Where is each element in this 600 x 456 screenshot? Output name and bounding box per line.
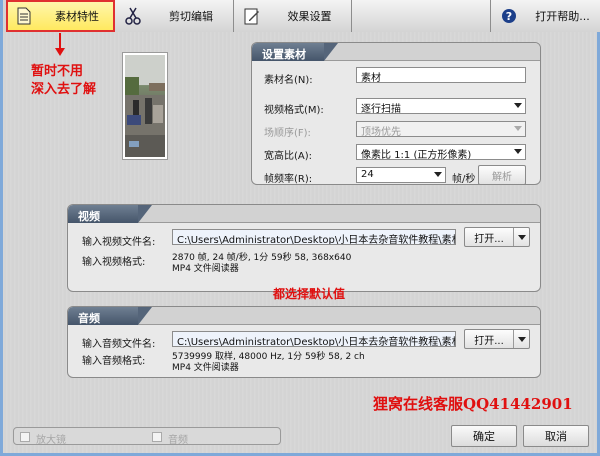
- tab-label: 素材特性: [55, 10, 99, 23]
- audio-panel: 音频 输入音频文件名: C:\Users\Administrator\Deskt…: [67, 306, 541, 378]
- magnifier-checkbox-label: 放大镜: [36, 435, 66, 446]
- help-button[interactable]: ? 打开帮助...: [490, 0, 600, 32]
- field-order-select[interactable]: 顶场优先: [356, 121, 526, 138]
- video-format-info-label: 输入视频格式:: [82, 257, 146, 268]
- chevron-down-icon: [514, 149, 522, 154]
- audio-file-input[interactable]: C:\Users\Administrator\Desktop\小日本去杂音软件教…: [172, 331, 456, 347]
- thumbnail-image: [125, 55, 165, 157]
- video-format-label: 视频格式(M):: [264, 105, 324, 116]
- annotation-contact: 狸窝在线客服QQ41442901: [373, 395, 573, 413]
- audio-format-info-line2: MP4 文件阅读器: [172, 363, 239, 373]
- video-file-input[interactable]: C:\Users\Administrator\Desktop\小日本去杂音软件教…: [172, 229, 456, 245]
- tab-effects[interactable]: 效果设置: [234, 0, 352, 32]
- tab-cut-edit[interactable]: 剪切编辑: [115, 0, 234, 32]
- audio-panel-title: 音频: [68, 307, 152, 325]
- tab-spacer: [352, 0, 490, 32]
- frame-rate-label: 帧频率(R):: [264, 174, 313, 185]
- video-format-info-line2: MP4 文件阅读器: [172, 264, 239, 274]
- aspect-ratio-value: 像素比 1:1 (正方形像素): [361, 150, 472, 161]
- video-format-select[interactable]: 逐行扫描: [356, 98, 526, 115]
- annotation-center-note: 都选择默认值: [273, 287, 346, 301]
- annotation-note-line1: 暂时不用: [31, 64, 84, 79]
- chevron-down-icon: [514, 126, 522, 131]
- annotation-note-line2: 深入去了解: [31, 82, 97, 97]
- dialog-window: 素材特性 剪切编辑 效果设置 ? 打开帮助... 暂时不用 深入去了解 设置素材…: [0, 0, 600, 456]
- clip-name-input[interactable]: 素材: [356, 67, 526, 83]
- field-order-label: 场顺序(F):: [264, 128, 311, 139]
- frame-rate-value: 24: [361, 169, 374, 180]
- clip-name-label: 素材名(N):: [264, 75, 313, 86]
- ok-button[interactable]: 确定: [451, 425, 517, 447]
- audio-checkbox[interactable]: [152, 432, 162, 442]
- settings-panel: 设置素材 素材名(N): 素材 视频格式(M): 逐行扫描 场顺序(F): 顶场…: [251, 42, 541, 185]
- video-open-button[interactable]: 打开...: [464, 227, 530, 247]
- audio-file-label: 输入音频文件名:: [82, 339, 156, 350]
- magnifier-checkbox[interactable]: [20, 432, 30, 442]
- chevron-down-icon[interactable]: [513, 228, 529, 246]
- chevron-down-icon: [514, 103, 522, 108]
- tab-bar: 素材特性 剪切编辑 效果设置 ? 打开帮助...: [6, 0, 600, 32]
- audio-format-info-line1: 5739999 取样, 48000 Hz, 1分 59秒 58, 2 ch: [172, 352, 365, 362]
- analyze-button[interactable]: 解析: [478, 165, 526, 185]
- aspect-ratio-label: 宽高比(A):: [264, 151, 313, 162]
- tab-label: 打开帮助...: [535, 10, 590, 23]
- field-order-value: 顶场优先: [361, 127, 401, 138]
- aspect-ratio-select[interactable]: 像素比 1:1 (正方形像素): [356, 144, 526, 161]
- bottom-options-group: 放大镜 音频: [13, 427, 281, 446]
- audio-checkbox-label: 音频: [168, 435, 188, 446]
- settings-panel-title: 设置素材: [252, 43, 338, 61]
- tab-clip-properties[interactable]: 素材特性: [6, 0, 115, 32]
- chevron-down-icon: [434, 172, 442, 177]
- frame-rate-select[interactable]: 24: [356, 167, 446, 183]
- video-panel-title: 视频: [68, 205, 152, 223]
- tab-label: 效果设置: [287, 10, 332, 23]
- clip-thumbnail: [122, 52, 168, 160]
- video-file-label: 输入视频文件名:: [82, 237, 156, 248]
- video-format-info-line1: 2870 帧, 24 帧/秒, 1分 59秒 58, 368x640: [172, 253, 352, 263]
- audio-format-info-label: 输入音频格式:: [82, 356, 146, 367]
- audio-open-button[interactable]: 打开...: [464, 329, 530, 349]
- annotation-arrow-head: [55, 48, 65, 56]
- chevron-down-icon[interactable]: [513, 330, 529, 348]
- cancel-button[interactable]: 取消: [523, 425, 589, 447]
- video-format-value: 逐行扫描: [361, 104, 401, 115]
- frame-rate-unit: 帧/秒: [452, 174, 476, 185]
- tab-label: 剪切编辑: [169, 10, 213, 23]
- video-panel: 视频 输入视频文件名: C:\Users\Administrator\Deskt…: [67, 204, 541, 292]
